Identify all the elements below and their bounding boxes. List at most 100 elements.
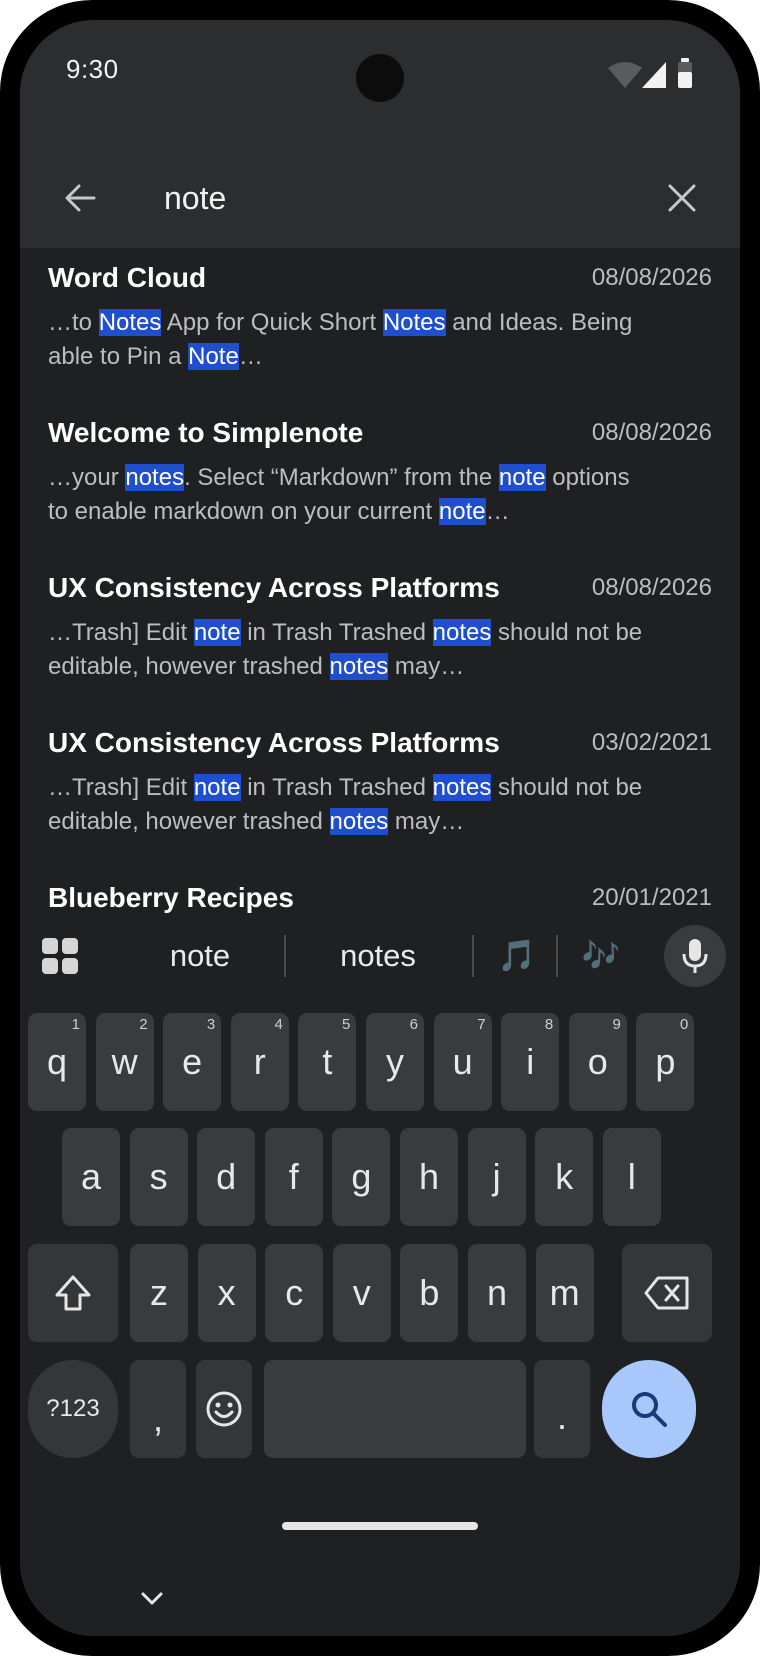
device-frame: 9:30 note Word Cloud 08/08/2026 …to Note… bbox=[0, 0, 760, 1656]
key-j[interactable]: j bbox=[467, 1128, 526, 1226]
battery-icon bbox=[678, 58, 692, 88]
snippet-text: … bbox=[485, 498, 510, 525]
key-k[interactable]: k bbox=[535, 1128, 594, 1226]
emoji-key[interactable] bbox=[196, 1360, 252, 1458]
key-hint: 9 bbox=[612, 1016, 621, 1033]
clear-search-button[interactable] bbox=[652, 168, 712, 228]
status-bar: 9:30 bbox=[20, 20, 740, 150]
key-s[interactable]: s bbox=[129, 1128, 188, 1226]
snippet-text: App for Quick Short bbox=[161, 309, 383, 336]
snippet-text: and Ideas. Being bbox=[445, 309, 633, 336]
emoji-icon bbox=[206, 1391, 242, 1427]
signal-icon bbox=[642, 62, 666, 88]
search-input[interactable] bbox=[164, 164, 624, 232]
result-date: 03/02/2021 bbox=[591, 729, 712, 756]
key-label: q bbox=[46, 1041, 68, 1082]
snippet-text: …Trash] Edit bbox=[48, 774, 194, 801]
match-highlight: note bbox=[193, 619, 241, 646]
snippet-line: …Trash] Edit note in Trash Trashed notes… bbox=[48, 616, 712, 650]
snippet-line: …Trash] Edit note in Trash Trashed notes… bbox=[48, 771, 712, 805]
key-v[interactable]: v bbox=[332, 1244, 391, 1342]
match-highlight: notes bbox=[432, 774, 492, 801]
key-e[interactable]: e3 bbox=[163, 1013, 222, 1111]
key-q[interactable]: q1 bbox=[28, 1013, 86, 1111]
chevron-down-icon bbox=[141, 1592, 163, 1605]
key-f[interactable]: f bbox=[264, 1128, 323, 1226]
key-label: m bbox=[549, 1272, 580, 1313]
key-w[interactable]: w2 bbox=[95, 1013, 154, 1111]
key-label: b bbox=[419, 1272, 440, 1313]
voice-input-button[interactable] bbox=[664, 925, 726, 987]
key-label: c bbox=[285, 1272, 304, 1313]
apps-grid-icon[interactable] bbox=[42, 938, 78, 974]
key-label: h bbox=[418, 1156, 440, 1197]
key-r[interactable]: r4 bbox=[230, 1013, 289, 1111]
key-d[interactable]: d bbox=[197, 1128, 256, 1226]
result-item[interactable]: Blueberry Recipes 20/01/2021 bbox=[48, 868, 712, 913]
snippet-text: should not be bbox=[491, 619, 643, 646]
snippet-line: editable, however trashed notes may… bbox=[48, 650, 712, 684]
key-n[interactable]: n bbox=[468, 1244, 526, 1342]
key-b[interactable]: b bbox=[400, 1244, 459, 1342]
key-l[interactable]: l bbox=[602, 1128, 661, 1226]
result-title: Word Cloud bbox=[48, 262, 207, 293]
match-highlight: notes bbox=[432, 619, 492, 646]
key-label: a bbox=[80, 1156, 102, 1197]
key-i[interactable]: i8 bbox=[501, 1013, 560, 1111]
key-z[interactable]: z bbox=[130, 1244, 188, 1342]
key-label: l bbox=[627, 1156, 636, 1197]
suggestion-emoji-notes[interactable]: 🎶 bbox=[566, 931, 636, 981]
back-button[interactable] bbox=[50, 168, 110, 228]
key-m[interactable]: m bbox=[535, 1244, 594, 1342]
search-action-key[interactable] bbox=[602, 1360, 696, 1458]
key-c[interactable]: c bbox=[265, 1244, 324, 1342]
backspace-key[interactable] bbox=[622, 1244, 712, 1342]
suggestion-notes[interactable]: notes bbox=[296, 931, 460, 981]
snippet-text: editable, however trashed bbox=[48, 653, 330, 680]
snippet-text: … bbox=[238, 343, 263, 370]
key-label: u bbox=[452, 1041, 473, 1082]
result-date: 08/08/2026 bbox=[591, 419, 712, 446]
key-y[interactable]: y6 bbox=[366, 1013, 424, 1111]
result-item[interactable]: UX Consistency Across Platforms 03/02/20… bbox=[48, 713, 712, 863]
key-label: k bbox=[555, 1156, 574, 1197]
symbols-key[interactable]: ?123 bbox=[28, 1360, 118, 1458]
key-label: p bbox=[655, 1041, 676, 1082]
key-h[interactable]: h bbox=[400, 1128, 458, 1226]
key-g[interactable]: g bbox=[332, 1128, 391, 1226]
space-key[interactable] bbox=[264, 1360, 526, 1458]
suggestion-note[interactable]: note bbox=[120, 931, 280, 981]
comma-key[interactable]: , bbox=[130, 1360, 186, 1458]
key-label: t bbox=[322, 1041, 333, 1082]
front-camera bbox=[356, 54, 404, 102]
key-o[interactable]: o9 bbox=[568, 1013, 627, 1111]
key-label: d bbox=[216, 1156, 237, 1197]
suggestion-emoji-note[interactable]: 🎵 bbox=[482, 931, 552, 981]
snippet-text: in Trash Trashed bbox=[240, 774, 433, 801]
result-title: Welcome to Simplenote bbox=[48, 417, 364, 448]
match-highlight: Note bbox=[188, 343, 239, 370]
status-time: 9:30 bbox=[66, 54, 119, 84]
match-highlight: note bbox=[498, 464, 546, 491]
result-item[interactable]: UX Consistency Across Platforms 08/08/20… bbox=[48, 558, 712, 708]
result-title: UX Consistency Across Platforms bbox=[48, 727, 500, 758]
snippet-line: …to Notes App for Quick Short Notes and … bbox=[48, 306, 712, 340]
result-item[interactable]: Word Cloud 08/08/2026 …to Notes App for … bbox=[48, 248, 712, 398]
period-key[interactable]: . bbox=[534, 1360, 590, 1458]
shift-key[interactable] bbox=[28, 1244, 118, 1342]
key-label: o bbox=[587, 1041, 608, 1082]
arrow-back-icon bbox=[65, 184, 96, 212]
home-indicator[interactable] bbox=[282, 1522, 478, 1530]
key-u[interactable]: u7 bbox=[433, 1013, 492, 1111]
key-a[interactable]: a bbox=[62, 1128, 120, 1226]
key-t[interactable]: t5 bbox=[298, 1013, 357, 1111]
snippet-line: able to Pin a Note… bbox=[48, 340, 712, 374]
key-p[interactable]: p0 bbox=[636, 1013, 695, 1111]
result-item[interactable]: Welcome to Simplenote 08/08/2026 …your n… bbox=[48, 403, 712, 553]
result-snippet: …your notes. Select “Markdown” from the … bbox=[48, 461, 712, 529]
result-snippet: …Trash] Edit note in Trash Trashed notes… bbox=[48, 616, 712, 684]
result-snippet: …to Notes App for Quick Short Notes and … bbox=[48, 306, 712, 374]
snippet-line: …your notes. Select “Markdown” from the … bbox=[48, 461, 712, 495]
key-x[interactable]: x bbox=[197, 1244, 256, 1342]
hide-keyboard-button[interactable] bbox=[132, 1579, 172, 1619]
